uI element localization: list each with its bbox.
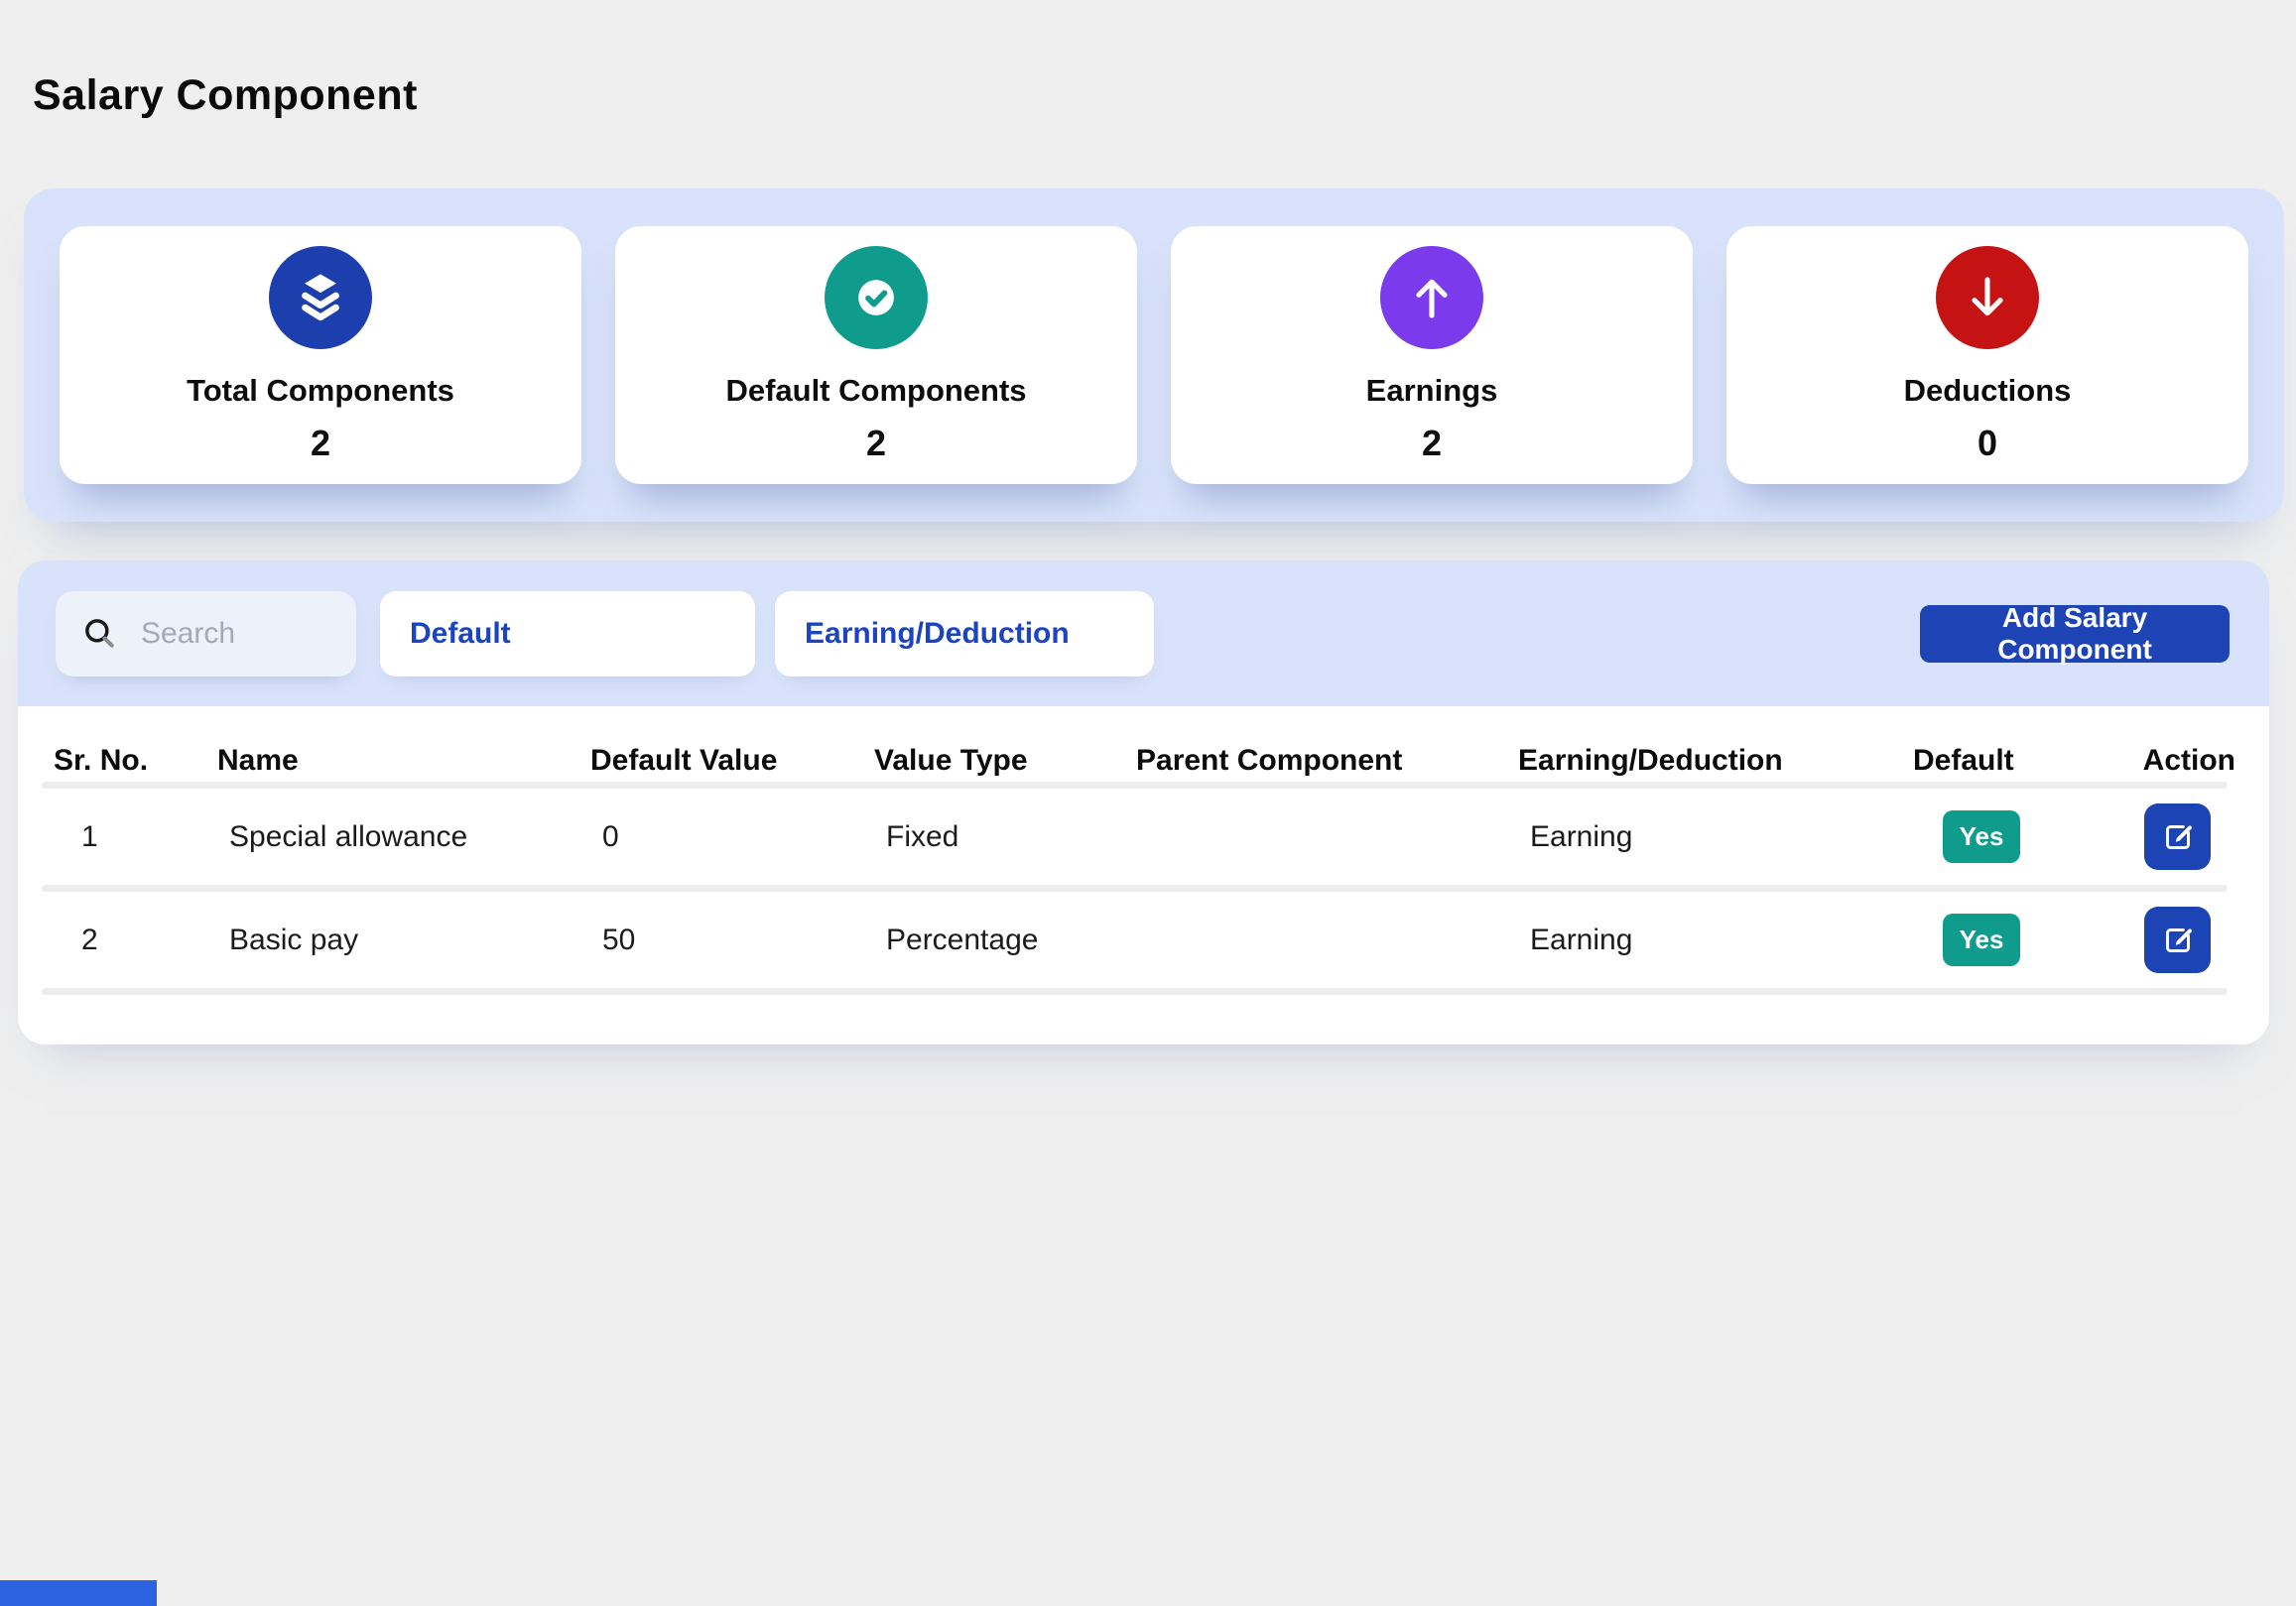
column-header-parent-component: Parent Component bbox=[1136, 744, 1518, 778]
cell-name: Basic pay bbox=[217, 924, 590, 957]
toolbar: Default Earning/Deduction Add Salary Com… bbox=[18, 560, 2269, 706]
table-row: 1 Special allowance 0 Fixed Earning Yes bbox=[18, 789, 2269, 885]
add-salary-component-button[interactable]: Add Salary Component bbox=[1920, 605, 2230, 663]
arrow-down-icon bbox=[1936, 246, 2039, 349]
filter-earning-deduction-label: Earning/Deduction bbox=[805, 617, 1070, 651]
cell-default-value: 50 bbox=[590, 924, 874, 957]
cell-sr-no: 2 bbox=[54, 924, 217, 957]
stat-card-deductions: Deductions 0 bbox=[1726, 226, 2248, 484]
column-header-default: Default bbox=[1913, 744, 2111, 778]
column-header-name: Name bbox=[217, 744, 590, 778]
row-divider bbox=[42, 885, 2228, 892]
cell-earning-deduction: Earning bbox=[1518, 820, 1913, 854]
filter-default-select[interactable]: Default bbox=[380, 591, 755, 677]
arrow-up-icon bbox=[1380, 246, 1483, 349]
row-divider bbox=[42, 988, 2228, 995]
cell-value-type: Percentage bbox=[874, 924, 1136, 957]
layers-icon bbox=[269, 246, 372, 349]
search-box[interactable] bbox=[56, 591, 356, 677]
column-header-sr-no: Sr. No. bbox=[54, 744, 217, 778]
table-header-row: Sr. No. Name Default Value Value Type Pa… bbox=[18, 706, 2269, 782]
column-header-earning-deduction: Earning/Deduction bbox=[1518, 744, 1913, 778]
filter-default-label: Default bbox=[410, 617, 511, 651]
stat-card-default-components: Default Components 2 bbox=[615, 226, 1137, 484]
cell-name: Special allowance bbox=[217, 820, 590, 854]
default-yes-badge[interactable]: Yes bbox=[1943, 914, 2020, 966]
page-title: Salary Component bbox=[33, 71, 418, 120]
search-icon bbox=[81, 615, 119, 653]
horizontal-scrollbar-thumb[interactable] bbox=[0, 1580, 157, 1606]
column-header-default-value: Default Value bbox=[590, 744, 874, 778]
cell-sr-no: 1 bbox=[54, 820, 217, 854]
cell-value-type: Fixed bbox=[874, 820, 1136, 854]
stat-label: Deductions bbox=[1904, 373, 2072, 409]
header-divider bbox=[42, 782, 2228, 789]
stat-label: Default Components bbox=[725, 373, 1026, 409]
stat-card-earnings: Earnings 2 bbox=[1171, 226, 1693, 484]
stats-panel: Total Components 2 Default Components 2 … bbox=[24, 188, 2284, 522]
table-row: 2 Basic pay 50 Percentage Earning Yes bbox=[18, 892, 2269, 988]
filter-earning-deduction-select[interactable]: Earning/Deduction bbox=[775, 591, 1154, 677]
column-header-value-type: Value Type bbox=[874, 744, 1136, 778]
cell-default-value: 0 bbox=[590, 820, 874, 854]
salary-component-card: Default Earning/Deduction Add Salary Com… bbox=[18, 560, 2269, 1045]
stat-card-total-components: Total Components 2 bbox=[60, 226, 581, 484]
edit-row-button[interactable] bbox=[2144, 907, 2211, 973]
stat-value: 2 bbox=[311, 423, 330, 464]
stat-value: 2 bbox=[1422, 423, 1442, 464]
search-input[interactable] bbox=[139, 616, 330, 652]
edit-pencil-icon bbox=[2160, 819, 2196, 855]
stat-label: Total Components bbox=[187, 373, 454, 409]
check-circle-icon bbox=[825, 246, 928, 349]
column-header-action: Action bbox=[2143, 744, 2269, 778]
stat-value: 0 bbox=[1977, 423, 1997, 464]
salary-component-table: Sr. No. Name Default Value Value Type Pa… bbox=[18, 706, 2269, 1045]
stat-value: 2 bbox=[866, 423, 886, 464]
edit-row-button[interactable] bbox=[2144, 803, 2211, 870]
edit-pencil-icon bbox=[2160, 923, 2196, 958]
default-yes-badge[interactable]: Yes bbox=[1943, 810, 2020, 863]
stat-label: Earnings bbox=[1366, 373, 1498, 409]
cell-earning-deduction: Earning bbox=[1518, 924, 1913, 957]
